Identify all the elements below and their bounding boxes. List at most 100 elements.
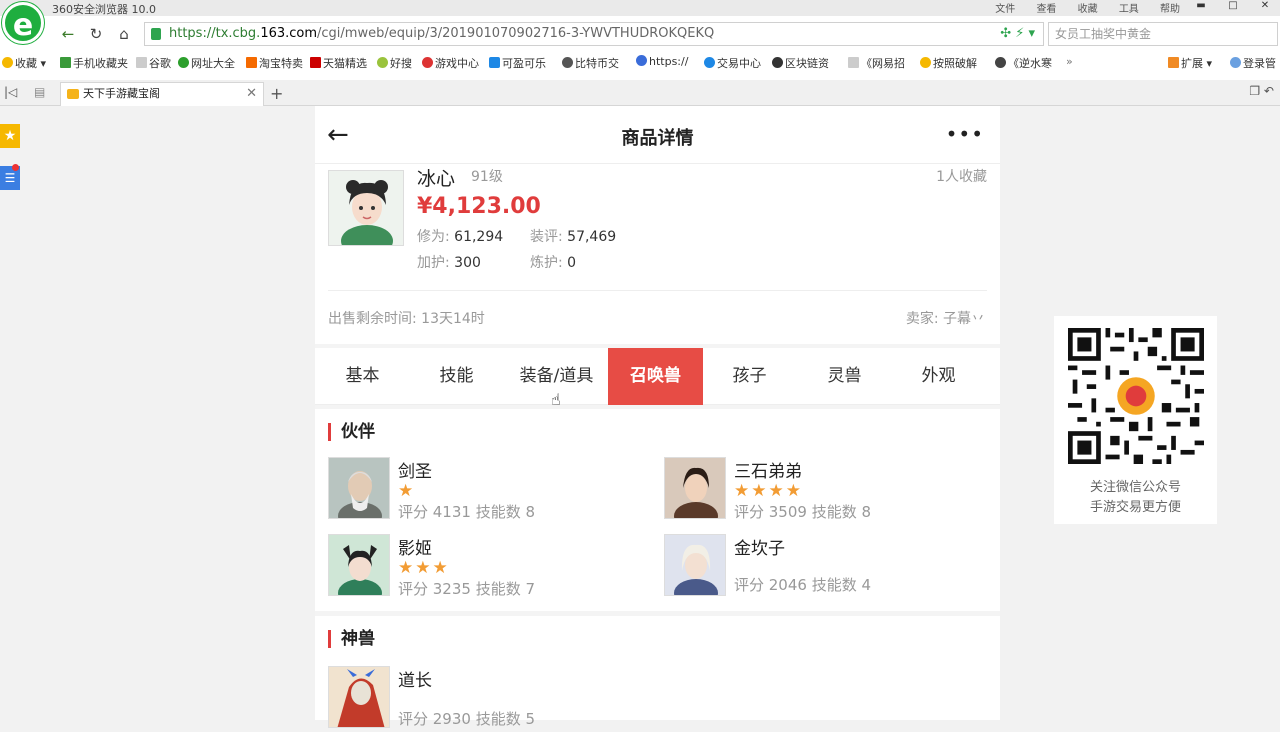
tab-title: 天下手游藏宝阁 [83,87,160,100]
tab-restore-icon[interactable]: ❐ ↶ [1249,84,1274,98]
character-avatar[interactable] [328,170,404,246]
pet-avatar [328,534,390,596]
bookmark-item[interactable]: 好搜 [377,55,412,71]
character-card: 冰心 91级 1人收藏 ¥4,123.00 修为: 61,294 装评: 57,… [315,164,1000,344]
pet-name: 道长 [398,671,432,691]
bookmark-item[interactable]: 收藏 ▾ [2,55,46,71]
list-item[interactable]: 影姬 ★★★ 评分 3235 技能数 7 [328,534,658,600]
bookmarks-bar: 收藏 ▾ 手机收藏夹 谷歌 网址大全 淘宝特卖 天猫精选 好搜 游戏中心 可盈可… [0,52,1280,74]
list-item[interactable]: 剑圣 ★ 评分 4131 技能数 8 [328,457,658,523]
bookmark-item[interactable]: 游戏中心 [422,55,479,71]
login-button[interactable]: 登录管 [1230,55,1276,71]
back-icon[interactable]: ← [58,24,78,44]
minimize-icon[interactable]: ▬ [1186,0,1216,14]
section-title: 伙伴 [328,423,375,441]
character-level: 91级 [471,169,503,185]
tab-bar: |◁ ▤ 天下手游藏宝阁 ✕ + ❐ ↶ [0,80,1280,106]
more-icon[interactable]: ••• [946,122,984,146]
extensions-button[interactable]: 扩展 ▾ [1168,55,1212,71]
close-window-icon[interactable]: ✕ [1250,0,1280,14]
title-bar: 360安全浏览器 10.0 文件 查看 收藏 工具 帮助 ▬ □ ✕ [0,0,1280,16]
list-item[interactable]: 金坎子 评分 2046 技能数 4 [664,534,994,600]
new-tab-icon[interactable]: + [270,84,283,103]
bookmark-item[interactable]: 《网易招 [848,55,905,71]
qr-code-icon [1068,328,1204,464]
menu-favorites[interactable]: 收藏 [1078,4,1098,15]
stat-protection: 加护: 300 [417,255,481,271]
pet-stars: ★ [398,481,416,501]
bookmark-item[interactable]: 淘宝特卖 [246,55,303,71]
qr-caption-line1: 关注微信公众号 [1089,480,1181,495]
menu-bar: 文件 查看 收藏 工具 帮助 [977,0,1180,15]
tab-skills[interactable]: 技能 [409,348,504,405]
stat-refine-protection: 炼护: 0 [530,255,577,271]
tab-children[interactable]: 孩子 [702,348,797,405]
menu-file[interactable]: 文件 [995,4,1015,15]
price: ¥4,123.00 [417,194,541,219]
section-title: 神兽 [328,630,375,648]
tab-appearance[interactable]: 外观 [891,348,986,405]
tab-cbg[interactable]: 天下手游藏宝阁 ✕ [60,82,264,106]
tab-scroll-left-icon[interactable]: |◁ [4,85,17,99]
bookmark-item[interactable]: 比特币交 [562,55,619,71]
browser-logo-icon: e [2,2,44,44]
pet-avatar [664,534,726,596]
tab-spirit-beasts[interactable]: 灵兽 [797,348,892,405]
secure-lock-icon [151,28,161,40]
address-bar[interactable]: https://tx.cbg.163.com/cgi/mweb/equip/3/… [144,22,1044,46]
stat-cultivation: 修为: 61,294 [417,229,504,245]
tab-basic[interactable]: 基本 [315,348,410,405]
pet-avatar [328,666,390,728]
bookmarks-overflow-icon[interactable]: » [1066,55,1073,68]
stat-equip-score: 装评: 57,469 [530,229,617,245]
pet-avatar [328,457,390,519]
sale-remaining-time: 出售剩余时间: 13天14时 [328,311,485,327]
bookmark-item[interactable]: 《逆水寒 [995,55,1052,71]
bookmark-item[interactable]: 按照破解 [920,55,977,71]
hand-cursor-icon: ☝ [551,390,561,409]
qr-caption-line2: 手游交易更方便 [1089,500,1181,515]
navigation-bar: ← ↻ ⌂ https://tx.cbg.163.com/cgi/mweb/eq… [50,22,1280,46]
refresh-icon[interactable]: ↻ [86,24,106,44]
menu-help[interactable]: 帮助 [1160,4,1180,15]
pet-score: 评分 3235 技能数 7 [398,580,536,598]
bookmark-item[interactable]: https:// [636,55,688,68]
tab-close-icon[interactable]: ✕ [246,83,257,105]
bookmark-item[interactable]: 交易中心 [704,55,761,71]
bookmark-item[interactable]: 天猫精选 [310,55,367,71]
maximize-icon[interactable]: □ [1218,0,1248,14]
pet-name: 金坎子 [734,539,785,559]
divine-beasts-section: 神兽 道长 评分 2930 技能数 5 [315,616,1000,728]
pet-name: 剑圣 [398,462,432,482]
browser-chrome: 360安全浏览器 10.0 文件 查看 收藏 工具 帮助 ▬ □ ✕ e ← ↻… [0,0,1280,106]
product-detail-page: ← 商品详情 ••• 冰心 91级 1人收藏 ¥4,123.00 修为: 61,… [315,106,1000,728]
list-item[interactable]: 三石弟弟 ★★★★ 评分 3509 技能数 8 [664,457,994,523]
partners-section: 伙伴 剑圣 ★ 评分 4131 技能数 8 三石弟弟 ★★★★ 评分 3509 … [315,409,1000,611]
pet-name: 三石弟弟 [734,462,802,482]
divider [328,290,987,291]
bookmark-item[interactable]: 谷歌 [136,55,171,71]
address-bar-tools-icon[interactable]: ✣ ⚡ ▾ [1000,23,1035,45]
detail-tabs: 基本 技能 装备/道具 召唤兽 孩子 灵兽 外观 ☝ [315,348,1000,409]
menu-view[interactable]: 查看 [1036,4,1056,15]
qr-code-panel: 关注微信公众号 手游交易更方便 [1054,316,1217,524]
tab-summons[interactable]: 召唤兽 [608,348,703,405]
list-item[interactable]: 道长 评分 2930 技能数 5 [328,666,658,732]
notification-dot [12,164,19,171]
bookmark-item[interactable]: 区块链资 [772,55,829,71]
seller-name[interactable]: 卖家: 子幕丷 [906,308,985,328]
home-icon[interactable]: ⌂ [114,24,134,44]
window-title: 360安全浏览器 10.0 [52,3,156,16]
tab-list-icon[interactable]: ▤ [34,85,45,99]
page-header: ← 商品详情 ••• [315,106,1000,164]
bookmark-item[interactable]: 网址大全 [178,55,235,71]
pet-stars: ★★★★ [734,481,803,501]
pet-score: 评分 3509 技能数 8 [734,503,872,521]
menu-tools[interactable]: 工具 [1119,4,1139,15]
search-input[interactable]: 女员工抽奖中黄金 [1048,22,1278,46]
pet-name: 影姬 [398,539,432,559]
favorites-star-icon[interactable]: ★ [0,124,20,148]
character-name: 冰心 [417,168,456,190]
bookmark-item[interactable]: 可盈可乐 [489,55,546,71]
bookmark-item[interactable]: 手机收藏夹 [60,55,128,71]
